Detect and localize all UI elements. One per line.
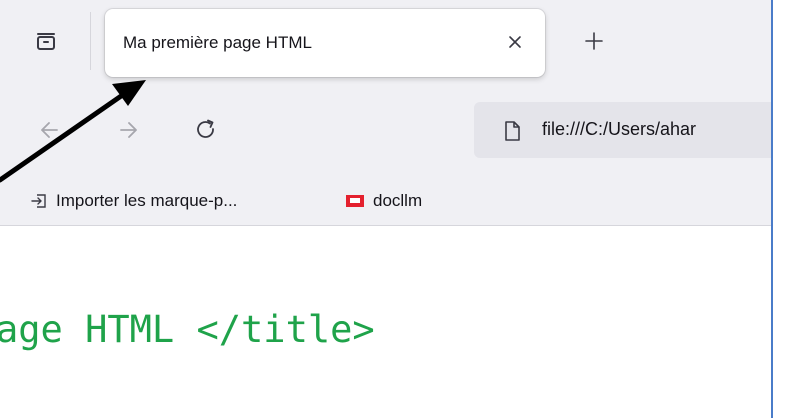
- list-all-tabs-button[interactable]: [26, 21, 66, 61]
- import-icon: [31, 194, 46, 208]
- arrow-right-icon: [120, 122, 137, 138]
- reload-icon: [197, 119, 214, 138]
- tab-strip: Ma première page HTML: [0, 0, 771, 86]
- tab-list-icon: [37, 33, 55, 50]
- new-tab-button[interactable]: [578, 25, 610, 57]
- page-content: age HTML </title>: [0, 226, 771, 418]
- navigation-toolbar: file:///C:/Users/ahar: [0, 86, 771, 178]
- tab-close-button[interactable]: [501, 28, 529, 56]
- bookmark-import-label: Importer les marque-p...: [56, 191, 238, 210]
- plus-icon: [585, 32, 603, 50]
- browser-window: Ma première page HTML file:///C:/Users/a…: [0, 0, 773, 418]
- url-text: file:///C:/Users/ahar: [542, 119, 697, 139]
- code-snippet: age HTML </title>: [0, 308, 375, 351]
- tab-title: Ma première page HTML: [123, 33, 312, 52]
- file-icon: [505, 121, 520, 141]
- bookmark-import[interactable]: Importer les marque-p...: [30, 188, 237, 214]
- bookmarks-toolbar: Importer les marque-p... docllm: [0, 178, 771, 226]
- docllm-icon: [346, 195, 364, 207]
- bookmark-docllm-label: docllm: [373, 191, 423, 210]
- forward-button[interactable]: [108, 110, 148, 150]
- tab-separator: [90, 12, 91, 70]
- reload-button[interactable]: [186, 110, 226, 150]
- back-button[interactable]: [30, 110, 70, 150]
- bookmark-docllm[interactable]: docllm: [345, 188, 422, 214]
- tab-active[interactable]: Ma première page HTML: [105, 9, 545, 77]
- close-icon: [509, 36, 521, 48]
- arrow-left-icon: [41, 122, 58, 138]
- url-bar[interactable]: file:///C:/Users/ahar: [474, 102, 771, 158]
